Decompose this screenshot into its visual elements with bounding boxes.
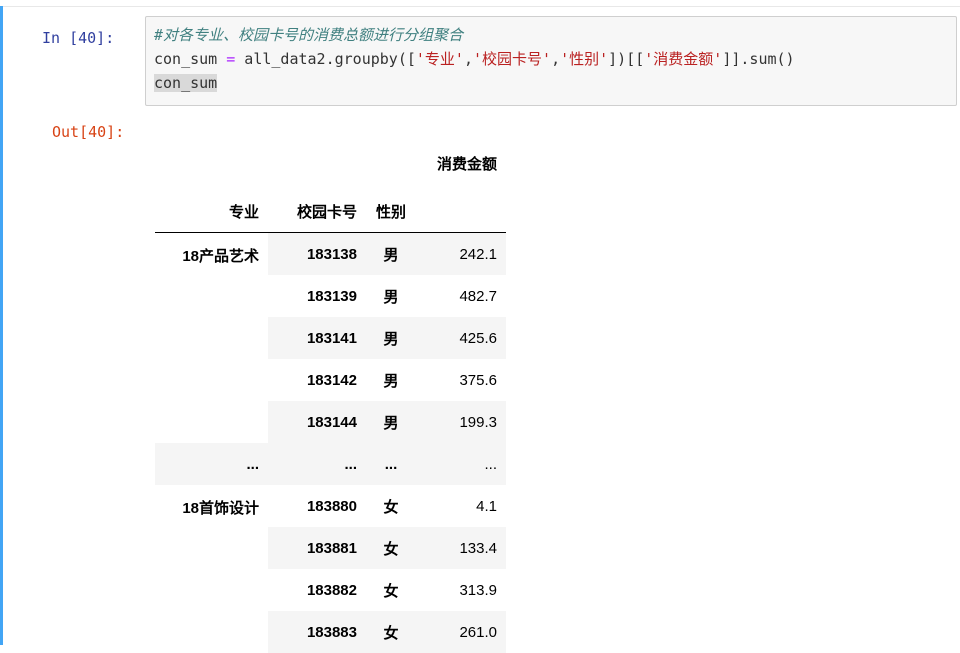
- index-card: 183141: [268, 317, 366, 359]
- dataframe-table: 消费金额 专业 校园卡号 性别 18产品艺术 183138 男 242.1 18…: [155, 136, 506, 653]
- code-line-1: #对各专业、校园卡号的消费总额进行分组聚合: [154, 23, 956, 47]
- code-comment: #对各专业、校园卡号的消费总额进行分组聚合: [154, 26, 464, 44]
- code-line-2: con_sum = all_data2.groupby(['专业','校园卡号'…: [154, 47, 956, 71]
- column-header-value: 消费金额: [436, 155, 497, 173]
- code-line-3: con_sum: [154, 71, 956, 95]
- header-empty: [268, 136, 366, 190]
- cell-value: 199.3: [416, 401, 506, 443]
- table-row: 18首饰设计 183880 女 4.1: [155, 485, 506, 527]
- index-sex: 男: [366, 275, 416, 317]
- cell-value: 261.0: [416, 611, 506, 653]
- header-row-index-names: 专业 校园卡号 性别: [155, 190, 506, 233]
- index-card: 183882: [268, 569, 366, 611]
- code-token: ]].sum(): [722, 50, 795, 68]
- code-token: ,: [551, 50, 561, 68]
- index-sex: 女: [366, 527, 416, 569]
- code-string: '校园卡号': [473, 50, 552, 68]
- index-sex: 男: [366, 359, 416, 401]
- code-editor[interactable]: #对各专业、校园卡号的消费总额进行分组聚合 con_sum = all_data…: [145, 16, 957, 106]
- header-empty: [416, 190, 506, 233]
- code-token: con_sum: [154, 50, 227, 68]
- header-row-columns: 消费金额: [155, 136, 506, 190]
- code-string: '消费金额': [644, 50, 723, 68]
- out-prompt: Out[40]:: [52, 123, 125, 141]
- index-card: 183881: [268, 527, 366, 569]
- index-card: 183883: [268, 611, 366, 653]
- cell-value: 133.4: [416, 527, 506, 569]
- index-sex: 女: [366, 611, 416, 653]
- index-card: 183138: [268, 232, 366, 275]
- code-token: ,: [463, 50, 473, 68]
- code-selected-text: con_sum: [154, 74, 218, 92]
- cell-value: 375.6: [416, 359, 506, 401]
- table-row: 18产品艺术 183138 男 242.1: [155, 232, 506, 275]
- in-prompt: In [40]:: [42, 29, 115, 47]
- ellipsis-cell: ...: [366, 443, 416, 485]
- index-sex: 女: [366, 569, 416, 611]
- top-border: [0, 0, 960, 7]
- index-name-card: 校园卡号: [296, 203, 357, 221]
- code-string: '专业': [415, 50, 464, 68]
- ellipsis-row: ... ... ... ...: [155, 443, 506, 485]
- cell-value: 242.1: [416, 232, 506, 275]
- code-token: ])[[: [608, 50, 645, 68]
- index-card: 183139: [268, 275, 366, 317]
- index-major: 18产品艺术: [182, 248, 259, 265]
- code-operator: =: [226, 50, 236, 68]
- dataframe-output: 消费金额 专业 校园卡号 性别 18产品艺术 183138 男 242.1 18…: [155, 136, 506, 653]
- cell-value: 4.1: [416, 485, 506, 527]
- cell-value: 482.7: [416, 275, 506, 317]
- index-sex: 男: [366, 401, 416, 443]
- index-sex: 女: [366, 485, 416, 527]
- code-token: all_data2.groupby([: [235, 50, 416, 68]
- index-card: 183880: [268, 485, 366, 527]
- index-sex: 男: [366, 232, 416, 275]
- code-string: '性别': [560, 50, 609, 68]
- index-name-sex: 性别: [375, 203, 406, 221]
- ellipsis-cell: ...: [155, 443, 268, 485]
- cell-value: 313.9: [416, 569, 506, 611]
- header-empty: [155, 136, 268, 190]
- header-empty: [366, 136, 416, 190]
- index-major: 18首饰设计: [182, 500, 259, 517]
- index-name-major: 专业: [228, 203, 259, 221]
- cell-selection-bar: [0, 6, 3, 645]
- ellipsis-cell: ...: [268, 443, 366, 485]
- index-card: 183142: [268, 359, 366, 401]
- index-card: 183144: [268, 401, 366, 443]
- ellipsis-cell: ...: [416, 443, 506, 485]
- cell-value: 425.6: [416, 317, 506, 359]
- index-sex: 男: [366, 317, 416, 359]
